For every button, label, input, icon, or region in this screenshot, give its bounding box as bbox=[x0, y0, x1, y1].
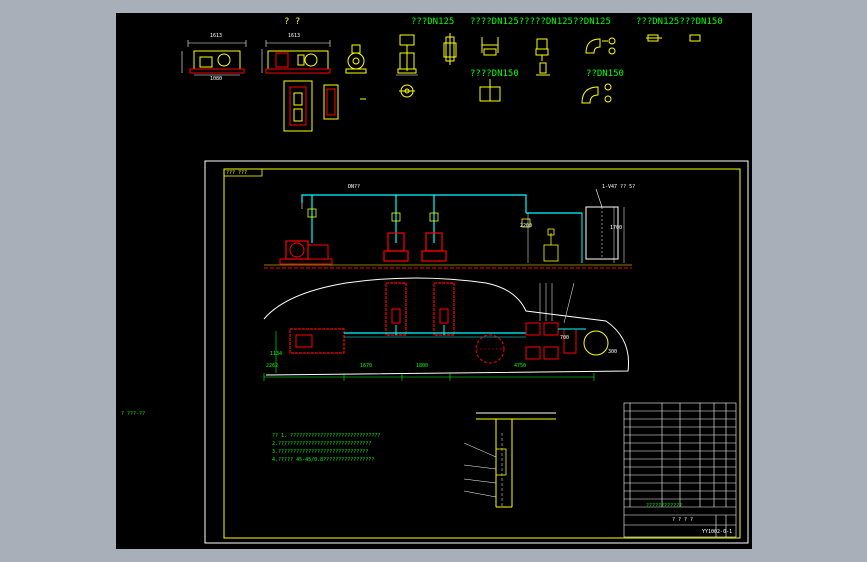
notes-block: ?? 1. ?????????????????????????????? 2.?… bbox=[272, 433, 380, 463]
valve-detail-1 bbox=[396, 34, 418, 98]
pump-plan-view bbox=[283, 80, 366, 132]
pipe-label: DN?? bbox=[348, 184, 361, 190]
note-line-2: 2.??????????????????????????????? bbox=[272, 441, 372, 447]
pump-detail-end bbox=[345, 44, 367, 74]
dim-1613-a: 1613 bbox=[210, 33, 223, 39]
valve-detail-2 bbox=[443, 33, 457, 65]
note-line-1: ?? 1. ?????????????????????????????? bbox=[272, 433, 381, 439]
view-label-1: ???DN125 bbox=[411, 17, 455, 27]
dim-700: 700 bbox=[560, 335, 570, 341]
pump-detail-front bbox=[181, 40, 247, 76]
view-label-4: ????DN150 bbox=[470, 69, 519, 79]
cad-drawing bbox=[181, 33, 749, 544]
dim-1670: 1670 bbox=[360, 363, 373, 369]
note-line-3: 3.?????????????????????????????? bbox=[272, 449, 369, 455]
drawing-number: YY1002-0-1 bbox=[702, 529, 733, 535]
frame-tag: ??? ??? bbox=[226, 170, 248, 176]
dim-1134: 1134 bbox=[270, 351, 283, 357]
drawing-subtitle: ? ? ? ? bbox=[672, 517, 694, 523]
view-label-3: ???DN125???DN150 bbox=[636, 17, 723, 27]
view-label-5: ??DN150 bbox=[586, 69, 624, 79]
valve-detail-4 bbox=[535, 38, 550, 76]
fitting-detail-1 bbox=[646, 34, 701, 42]
elbow-detail-2 bbox=[581, 83, 612, 104]
elbow-detail-1 bbox=[585, 37, 616, 55]
plan-view bbox=[263, 277, 630, 381]
pipe-support-detail bbox=[463, 412, 556, 508]
cad-model-space[interactable]: ? ? ???DN125 ????DN125?????DN125??DN125 … bbox=[116, 13, 752, 549]
dim-1080: 1080 bbox=[210, 76, 223, 82]
tank-label: 1-V47 ?? 5? bbox=[602, 184, 636, 190]
dim-2200: 2200 bbox=[520, 223, 533, 229]
note-line-4: 4.????? 45-45/0.8????????????????? bbox=[272, 457, 375, 463]
view-label-2: ????DN125?????DN125??DN125 bbox=[470, 17, 611, 27]
elevation-view bbox=[264, 188, 632, 269]
drawing-title: ???????????? bbox=[646, 503, 683, 509]
pump-detail-side bbox=[261, 40, 331, 74]
dim-300: 300 bbox=[608, 349, 618, 355]
side-note: ? ???-?? bbox=[121, 411, 146, 417]
top-title: ? ? bbox=[284, 17, 301, 27]
dim-4750: 4750 bbox=[514, 363, 527, 369]
dim-1613-b: 1613 bbox=[288, 33, 301, 39]
dim-1700: 1700 bbox=[610, 225, 623, 231]
dim-1800: 1800 bbox=[416, 363, 429, 369]
dim-2262: 2262 bbox=[266, 363, 279, 369]
